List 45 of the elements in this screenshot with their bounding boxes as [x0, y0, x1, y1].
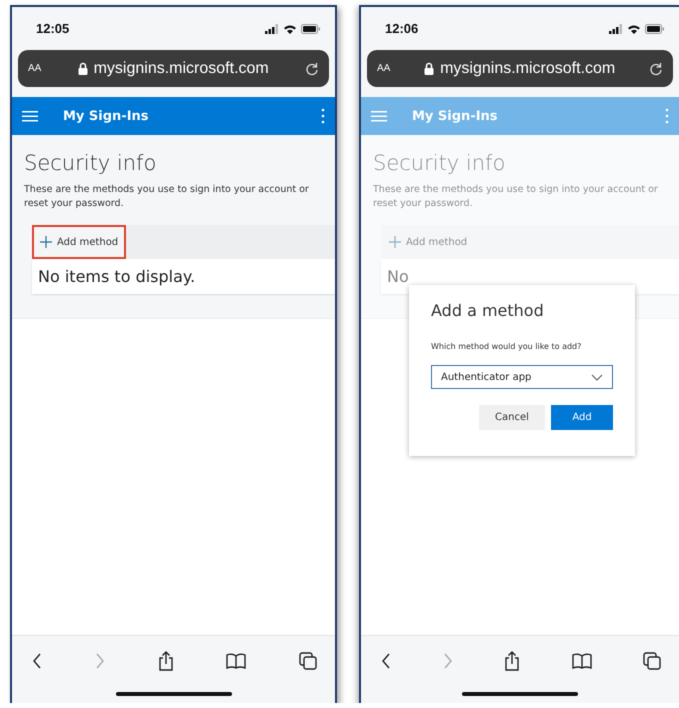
page-title: Security info	[373, 151, 506, 175]
address-bar[interactable]: AA mysignins.microsoft.com	[18, 50, 329, 87]
app-title: My Sign-Ins	[412, 108, 499, 124]
cancel-button[interactable]: Cancel	[479, 405, 545, 430]
book-icon[interactable]	[572, 653, 592, 669]
url-text: mysignins.microsoft.com	[440, 60, 616, 78]
tabs-icon[interactable]	[299, 652, 317, 670]
wifi-icon	[283, 24, 297, 34]
url-text: mysignins.microsoft.com	[94, 60, 269, 78]
page-description: These are the methods you use to sign into your account or reset your password.	[373, 183, 659, 211]
chevron-down-icon	[591, 374, 603, 380]
more-icon[interactable]	[321, 108, 325, 124]
status-time: 12:05	[36, 21, 70, 36]
empty-message: No	[387, 267, 409, 286]
method-dropdown[interactable]: Authenticator app	[431, 365, 613, 389]
lock-icon	[424, 62, 434, 75]
add-button[interactable]: Add	[551, 405, 613, 430]
dialog-prompt: Which method would you like to add?	[431, 342, 582, 351]
back-icon[interactable]	[32, 653, 42, 669]
back-icon[interactable]	[381, 653, 391, 669]
text-size-button[interactable]: AA	[377, 63, 390, 74]
status-time: 12:06	[385, 21, 418, 36]
book-icon[interactable]	[226, 653, 246, 669]
reload-icon[interactable]	[305, 62, 319, 76]
page-description: These are the methods you use to sign into your account or reset your password.	[24, 183, 310, 211]
plus-icon	[40, 236, 52, 248]
empty-message: No items to display.	[38, 267, 196, 286]
page-title: Security info	[24, 151, 158, 175]
signal-icon	[265, 24, 279, 34]
dialog-title: Add a method	[431, 301, 545, 320]
add-method-button[interactable]: Add method	[32, 225, 126, 259]
app-title: My Sign-Ins	[63, 108, 150, 124]
battery-icon	[645, 24, 665, 34]
menu-icon[interactable]	[22, 110, 38, 122]
reload-icon[interactable]	[649, 62, 663, 76]
wifi-icon	[627, 24, 641, 34]
text-size-button[interactable]: AA	[28, 63, 42, 74]
battery-icon	[301, 24, 321, 34]
plus-icon	[389, 236, 401, 248]
share-icon[interactable]	[504, 651, 520, 671]
lock-icon	[78, 62, 88, 75]
signal-icon	[609, 24, 623, 34]
share-icon[interactable]	[158, 651, 174, 671]
tabs-icon[interactable]	[643, 652, 661, 670]
address-bar[interactable]: AA mysignins.microsoft.com	[367, 50, 673, 87]
